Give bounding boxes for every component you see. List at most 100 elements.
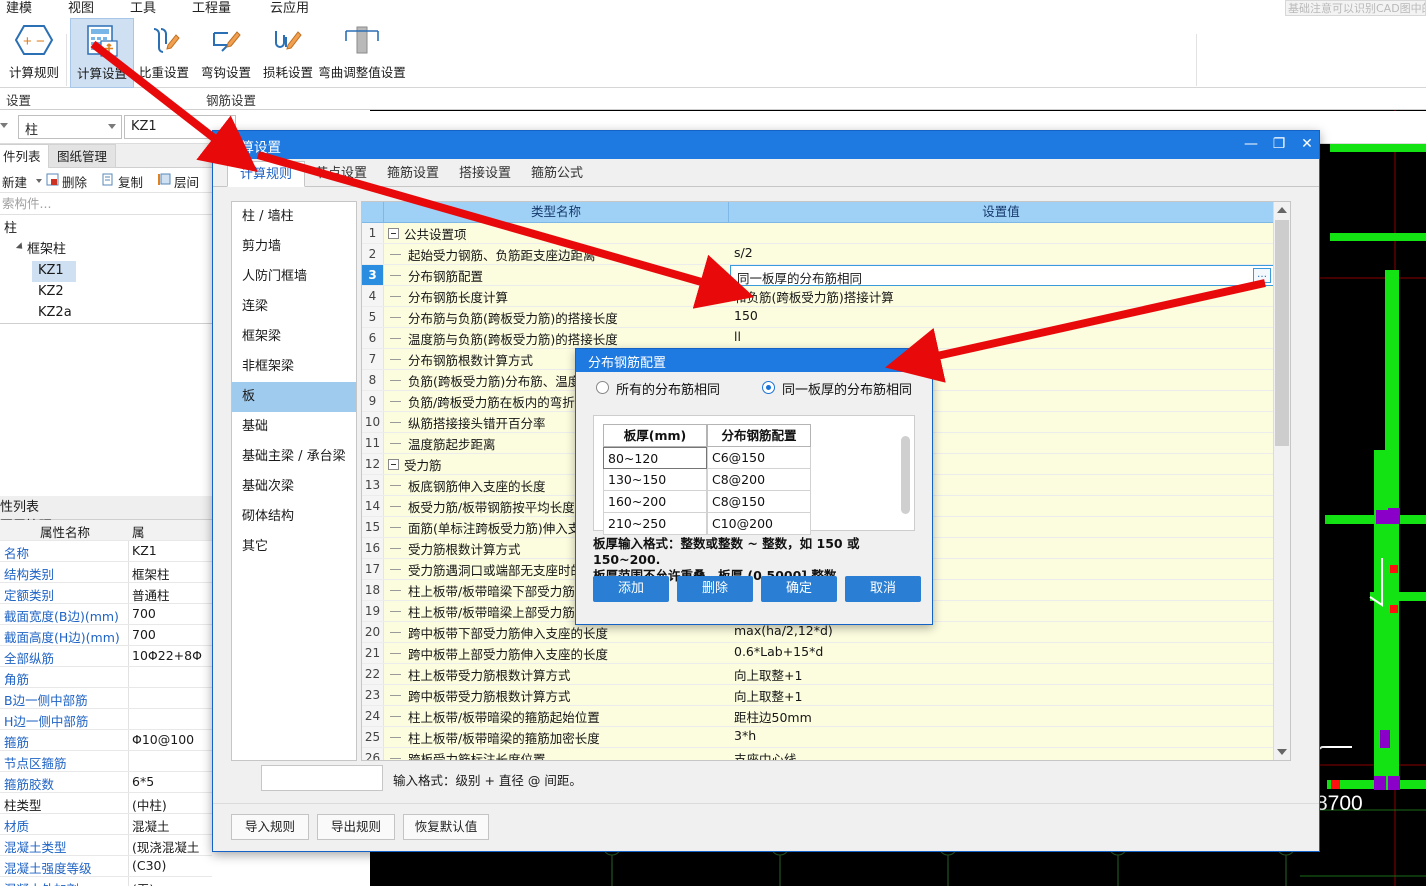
thickness-cell[interactable]: 160~200 [603, 491, 707, 513]
table-scrollbar-thumb[interactable] [901, 436, 910, 514]
property-row[interactable]: 定额类别 普通柱 [0, 583, 212, 604]
grid-row[interactable]: 22 柱上板带受力筋根数计算方式 向上取整+1 [362, 664, 1274, 685]
expand-arrow-icon[interactable] [15, 242, 26, 252]
rule-value[interactable]: 支座中心线 [734, 749, 797, 760]
property-value[interactable]: 700 [132, 606, 210, 621]
property-row[interactable]: 混凝土外加剂 (无) [0, 877, 212, 886]
grid-row[interactable]: 25 柱上板带/板带暗梁的箍筋加密长度 3*h [362, 727, 1274, 748]
menu-item-build[interactable]: 建模 [6, 0, 32, 16]
ellipsis-button[interactable]: … [1253, 268, 1271, 283]
category-list[interactable]: 柱 / 墙柱 剪力墙 人防门框墙 连梁 框架梁 非框架梁板基础 基础主梁 / 承台梁 基础次梁… [231, 201, 357, 761]
component-tree[interactable]: 柱 框架柱 KZ1 KZ2 KZ2a [0, 215, 212, 324]
maximize-icon[interactable]: ❐ [1265, 131, 1293, 159]
property-value[interactable]: (中柱) [132, 795, 210, 814]
tree-node-column[interactable]: 柱 [0, 219, 212, 240]
radio-group[interactable]: 所有的分布筋相同 同一板厚的分布筋相同 [576, 379, 932, 407]
property-value[interactable]: Φ10@100 [132, 732, 210, 747]
rule-value[interactable]: 向上取整+1 [734, 686, 802, 705]
confirm-button[interactable]: 确定 [761, 576, 837, 602]
property-row[interactable]: 混凝土类型 (现浇混凝土 [0, 835, 212, 856]
rule-value[interactable]: 向上取整+1 [734, 665, 802, 684]
property-value[interactable]: 框架柱 [132, 564, 210, 583]
tab-stirrup-settings[interactable]: 箍筋设置 [375, 161, 451, 187]
component-search-input[interactable]: 索构件... [0, 193, 212, 215]
rule-value[interactable]: max(ha/2,12*d) [734, 623, 833, 638]
property-row[interactable]: 箍筋胶数 6*5 [0, 772, 212, 793]
property-value[interactable]: KZ1 [132, 543, 210, 558]
ribbon-button-bend-adjust[interactable]: 弯曲调整值设置 [312, 18, 412, 88]
add-button[interactable]: 添加 [593, 576, 669, 602]
category-item-2[interactable]: 剪力墙 [232, 232, 356, 262]
close-icon[interactable]: ✕ [1293, 131, 1321, 159]
cancel-button[interactable]: 取消 [845, 576, 921, 602]
value-editor[interactable]: 同一板厚的分布筋相同… [730, 265, 1274, 286]
property-row[interactable]: 结构类别 框架柱 [0, 562, 212, 583]
layer-copy-icon[interactable] [158, 173, 171, 190]
tab-stirrup-formula[interactable]: 箍筋公式 [519, 161, 595, 187]
config-cell[interactable]: C8@200 [707, 469, 811, 491]
property-row[interactable]: 名称 KZ1 [0, 541, 212, 562]
property-value[interactable]: (C30) [132, 858, 210, 873]
property-value[interactable]: 6*5 [132, 774, 210, 789]
property-value[interactable]: 10Φ22+8Φ [132, 648, 210, 663]
tree-node-kz2a[interactable]: KZ2a [32, 303, 92, 324]
scroll-down-icon[interactable] [1277, 749, 1287, 755]
category-item-10[interactable]: 基础次梁 [232, 472, 356, 502]
chevron-down-icon[interactable] [108, 124, 116, 129]
category-item-9[interactable]: 基础主梁 / 承台梁 [232, 442, 356, 472]
menu-item-quantity[interactable]: 工程量 [192, 0, 231, 16]
chevron-down-icon[interactable] [36, 179, 42, 183]
ribbon-button-calc-settings[interactable]: 计算设置 [70, 18, 134, 88]
menu-item-cloud[interactable]: 云应用 [270, 0, 309, 16]
menu-item-view[interactable]: 视图 [68, 0, 94, 16]
category-item-11[interactable]: 砌体结构 [232, 502, 356, 532]
format-input[interactable] [261, 765, 383, 791]
collapse-expander-icon[interactable] [388, 459, 399, 470]
copy-button[interactable]: 复制 [118, 172, 143, 191]
category-item-7[interactable]: 板 [232, 382, 356, 412]
restore-default-button[interactable]: 恢复默认值 [403, 814, 489, 840]
new-button[interactable]: 新建 [2, 172, 27, 191]
tab-calc-rule[interactable]: 计算规则 [227, 161, 306, 187]
tab-component-list[interactable]: 件列表 [0, 144, 50, 168]
grid-row[interactable]: 2 起始受力钢筋、负筋距支座边距离 s/2 [362, 244, 1274, 265]
tree-node-kz1[interactable]: KZ1 [32, 261, 76, 282]
property-value[interactable]: 普通柱 [132, 585, 210, 604]
ribbon-button-loss-settings[interactable]: 损耗设置 [256, 18, 320, 88]
tree-node-kz2[interactable]: KZ2 [32, 282, 92, 303]
property-row[interactable]: 角筋 [0, 667, 212, 688]
inner-dialog-title-bar[interactable]: 分布钢筋配置 ⌃ [576, 349, 932, 372]
collapse-icon[interactable]: ⌃ [910, 351, 920, 365]
config-cell[interactable]: C10@200 [707, 513, 811, 535]
property-row[interactable]: B边一侧中部筋 [0, 688, 212, 709]
export-rule-button[interactable]: 导出规则 [317, 814, 395, 840]
tab-node-settings[interactable]: 节点设置 [303, 161, 379, 187]
thickness-cell[interactable]: 80~120 [603, 447, 707, 469]
category-item-5[interactable]: 框架梁 [232, 322, 356, 352]
config-cell[interactable]: C8@150 [707, 491, 811, 513]
rule-value[interactable]: 150 [734, 308, 758, 323]
scroll-up-icon[interactable] [1277, 207, 1287, 213]
tab-property-list[interactable]: 性列表 [0, 496, 212, 515]
property-value[interactable]: 700 [132, 627, 210, 642]
rule-value[interactable]: ll [734, 329, 741, 344]
property-value[interactable]: (现浇混凝土 [132, 837, 210, 856]
component-type-combo[interactable]: 柱 [18, 115, 122, 139]
dialog-title-bar[interactable]: 计算设置 — ❐ ✕ [213, 131, 1319, 159]
rule-value[interactable]: 和负筋(跨板受力筋)搭接计算 [734, 287, 894, 306]
category-item-3[interactable]: 人防门框墙 [232, 262, 356, 292]
chevron-down-icon[interactable] [0, 123, 8, 128]
tab-lap-settings[interactable]: 搭接设置 [447, 161, 523, 187]
rule-value[interactable]: 距柱边50mm [734, 707, 812, 726]
dialog-tabs[interactable]: 计算规则 节点设置 箍筋设置 搭接设置 箍筋公式 [213, 159, 1319, 187]
ribbon-button-weight-settings[interactable]: 比重设置 [132, 18, 196, 88]
rule-value[interactable]: 3*h [734, 728, 756, 743]
grid-row[interactable]: 4 分布钢筋长度计算 和负筋(跨板受力筋)搭接计算 [362, 286, 1274, 307]
thickness-cell[interactable]: 130~150 [603, 469, 707, 491]
ribbon-button-hook-settings[interactable]: 弯钩设置 [194, 18, 258, 88]
rule-value[interactable]: s/2 [734, 245, 753, 260]
property-row[interactable]: 柱类型 (中柱) [0, 793, 212, 814]
property-row[interactable]: 截面宽度(B边)(mm) 700 [0, 604, 212, 625]
menu-item-tools[interactable]: 工具 [130, 0, 156, 16]
grid-row[interactable]: 20 跨中板带下部受力筋伸入支座的长度 max(ha/2,12*d) [362, 622, 1274, 643]
